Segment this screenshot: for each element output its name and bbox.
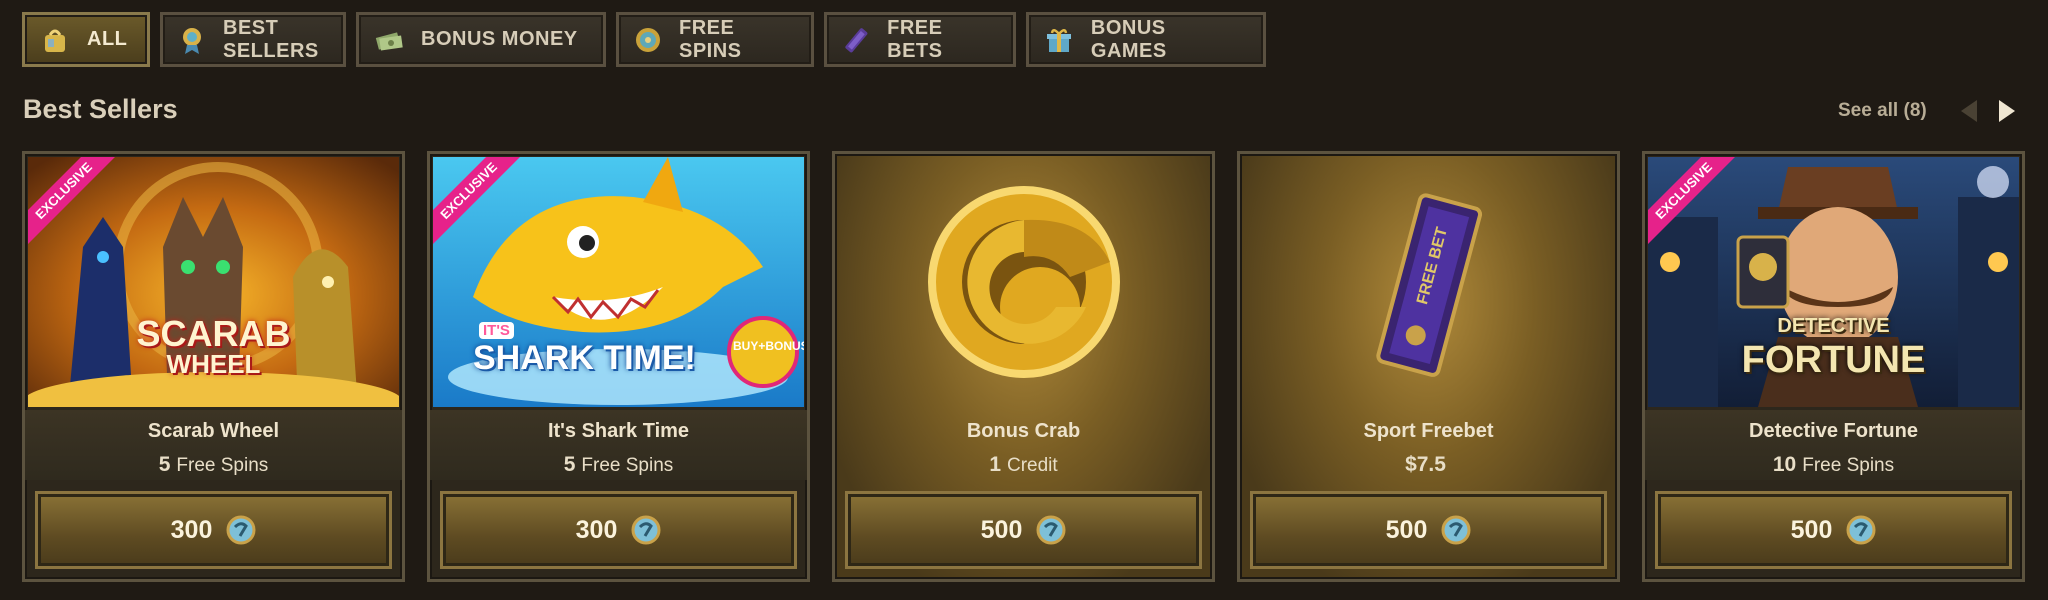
card-info: Bonus Crab 1 Credit: [835, 410, 1212, 480]
see-all-link[interactable]: See all (8): [1838, 100, 1927, 122]
reward-amount: $7.5: [1405, 453, 1446, 476]
tab-label: BONUS MONEY: [421, 28, 578, 50]
chevron-right-icon: [1999, 100, 2015, 122]
tab-label: FREE BETS: [887, 16, 943, 62]
product-image: [838, 157, 1209, 407]
coin-icon: [1846, 515, 1876, 545]
product-reward: $7.5: [1240, 453, 1617, 477]
product-reward: 5 Free Spins: [25, 453, 402, 477]
buy-button[interactable]: 500: [1655, 491, 2012, 569]
buy-button[interactable]: 500: [845, 491, 1202, 569]
card-info: Sport Freebet $7.5: [1240, 410, 1617, 480]
logo-text: SHARK TIME!: [473, 339, 696, 377]
game-thumbnail: EXCLUSIVE IT'S SHARK TIME! BUY+BONUS: [433, 157, 804, 407]
reward-amount: 5: [563, 453, 576, 476]
product-card-detective-fortune[interactable]: EXCLUSIVE DETECTIVE FORTUNE Detective Fo…: [1642, 151, 2025, 582]
reward-unit: Free Spins: [581, 455, 674, 476]
ticket-icon: [841, 24, 871, 56]
product-card-bonus-crab[interactable]: Bonus Crab 1 Credit 500: [832, 151, 1215, 582]
logo-text: WHEEL: [166, 349, 261, 379]
price-value: 500: [1790, 515, 1833, 544]
product-reward: 5 Free Spins: [430, 453, 807, 477]
spin-icon: [633, 24, 663, 56]
logo-text: DETECTIVE: [1777, 315, 1890, 337]
game-logo: SCARAB WHEEL: [28, 313, 399, 380]
tab-label: BONUS GAMES: [1090, 16, 1167, 62]
logo-text: SCARAB: [136, 313, 291, 354]
product-reward: 10 Free Spins: [1645, 453, 2022, 477]
section-title: Best Sellers: [23, 94, 178, 124]
buy-button[interactable]: 500: [1250, 491, 1607, 569]
gift-icon: [1043, 24, 1075, 56]
tab-free-bets[interactable]: FREE BETS: [824, 12, 1016, 67]
tab-all[interactable]: ALL: [22, 12, 150, 67]
tab-label: ALL: [87, 28, 128, 50]
chevron-left-icon: [1961, 100, 1977, 122]
tab-label: FREE SPINS: [679, 16, 742, 62]
game-thumbnail: EXCLUSIVE SCARAB WHEEL: [28, 157, 399, 407]
tab-bonus-games[interactable]: BONUS GAMES: [1026, 12, 1266, 67]
game-thumbnail: EXCLUSIVE DETECTIVE FORTUNE: [1648, 157, 2019, 407]
bag-icon: [39, 24, 71, 56]
coin-icon: [226, 515, 256, 545]
tab-best-sellers[interactable]: BEST SELLERS: [160, 12, 346, 67]
reward-unit: Free Spins: [1802, 455, 1895, 476]
money-icon: [373, 24, 405, 56]
product-card-sport-freebet[interactable]: FREE BET Sport Freebet $7.5 500: [1237, 151, 1620, 582]
product-name: Scarab Wheel: [147, 420, 280, 442]
price-value: 300: [575, 515, 618, 544]
coin-icon: [1036, 515, 1066, 545]
reward-amount: 1: [989, 453, 1001, 476]
product-name: Bonus Crab: [966, 420, 1081, 442]
tab-bonus-money[interactable]: BONUS MONEY: [356, 12, 606, 67]
card-info: It's Shark Time 5 Free Spins: [430, 410, 807, 480]
product-name: Detective Fortune: [1749, 420, 1918, 442]
card-info: Detective Fortune 10 Free Spins: [1645, 410, 2022, 480]
buy-button[interactable]: 300: [440, 491, 797, 569]
reward-amount: 10: [1772, 453, 1797, 476]
product-image: FREE BET: [1243, 157, 1614, 407]
reward-unit: Credit: [1007, 455, 1058, 476]
reward-amount: 5: [158, 453, 171, 476]
coin-icon: [1441, 515, 1471, 545]
product-card-scarab-wheel[interactable]: EXCLUSIVE SCARAB WHEEL Scarab Wheel 5 Fre…: [22, 151, 405, 582]
game-logo: DETECTIVE FORTUNE: [1648, 309, 2019, 381]
medal-icon: [177, 24, 207, 56]
category-tabs: ALL BEST SELLERS BONUS MONEY FREE SPINS …: [22, 12, 1266, 67]
price-value: 300: [170, 515, 213, 544]
carousel-prev-button[interactable]: [1954, 96, 1984, 126]
buy-button[interactable]: 300: [35, 491, 392, 569]
logo-text: IT'S: [479, 322, 514, 339]
coin-icon: [631, 515, 661, 545]
product-card-its-shark-time[interactable]: EXCLUSIVE IT'S SHARK TIME! BUY+BONUS It'…: [427, 151, 810, 582]
carousel-next-button[interactable]: [1992, 96, 2022, 126]
product-name: It's Shark Time: [547, 420, 690, 442]
price-value: 500: [980, 515, 1023, 544]
product-name: Sport Freebet: [1363, 420, 1494, 442]
price-value: 500: [1385, 515, 1428, 544]
card-info: Scarab Wheel 5 Free Spins: [25, 410, 402, 480]
reward-unit: Free Spins: [176, 455, 269, 476]
buy-bonus-badge: BUY+BONUS: [733, 339, 804, 353]
tab-free-spins[interactable]: FREE SPINS: [616, 12, 814, 67]
product-reward: 1 Credit: [835, 453, 1212, 477]
logo-text: FORTUNE: [1741, 339, 1926, 381]
tab-label: BEST SELLERS: [223, 16, 319, 62]
